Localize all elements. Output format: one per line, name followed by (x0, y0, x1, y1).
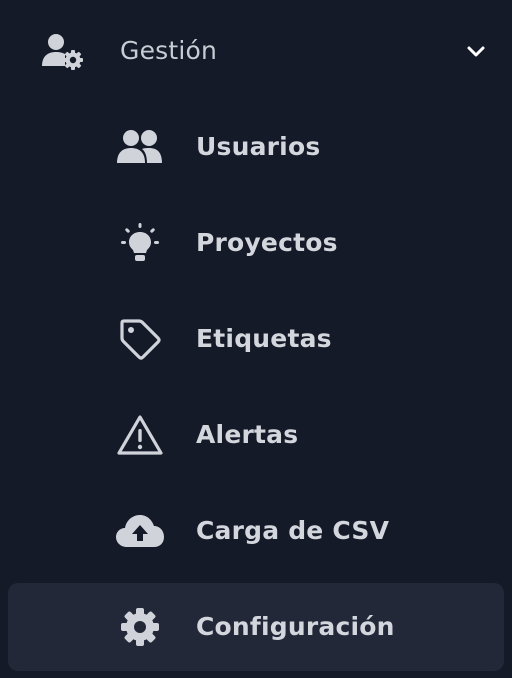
lightbulb-icon (114, 221, 166, 265)
sidebar: Gestión Usuarios Proyectos Etiquetas Ale… (0, 0, 512, 678)
gear-icon (114, 605, 166, 649)
warning-icon (114, 413, 166, 457)
cloud-upload-icon (114, 509, 166, 553)
sidebar-item-etiquetas[interactable]: Etiquetas (8, 295, 504, 383)
sidebar-item-carga-csv[interactable]: Carga de CSV (8, 487, 504, 575)
sidebar-item-proyectos[interactable]: Proyectos (8, 199, 504, 287)
tag-icon (114, 317, 166, 361)
chevron-down-icon[interactable] (464, 39, 488, 63)
sidebar-item-label: Carga de CSV (196, 516, 390, 545)
sidebar-item-label: Configuración (196, 612, 395, 641)
sidebar-group-gestion[interactable]: Gestión (8, 6, 504, 94)
sidebar-item-label: Alertas (196, 420, 299, 449)
user-gear-icon (42, 32, 86, 72)
users-icon (114, 125, 166, 169)
sidebar-item-label: Proyectos (196, 228, 338, 257)
sidebar-item-usuarios[interactable]: Usuarios (8, 103, 504, 191)
sidebar-item-label: Usuarios (196, 132, 321, 161)
sidebar-group-label: Gestión (120, 36, 218, 65)
sidebar-item-configuracion[interactable]: Configuración (8, 583, 504, 671)
sidebar-item-alertas[interactable]: Alertas (8, 391, 504, 479)
sidebar-item-label: Etiquetas (196, 324, 332, 353)
